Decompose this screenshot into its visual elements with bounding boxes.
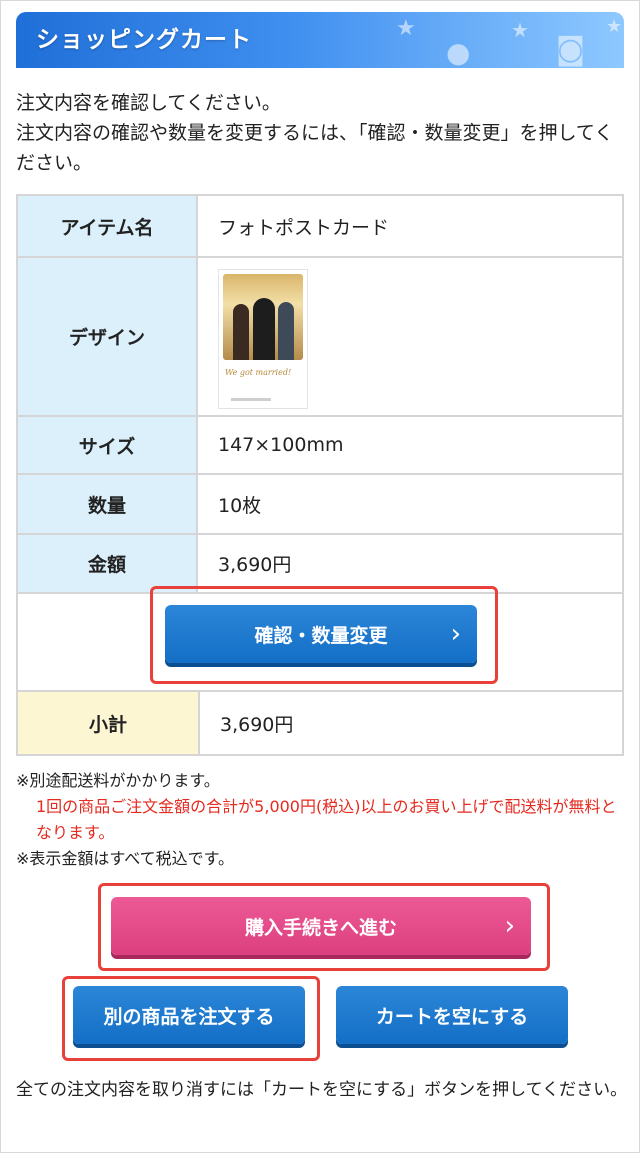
intro-text: 注文内容を確認してください。 注文内容の確認や数量を変更するには、「確認・数量変… <box>16 88 628 178</box>
intro-line-2: 注文内容の確認や数量を変更するには、「確認・数量変更」を押してください。 <box>16 122 614 174</box>
free-shipping-note: 1回の商品ご注文金額の合計が5,000円(税込)以上のお買い上げで配送料が無料と… <box>36 797 617 842</box>
table-row: サイズ 147×100mm <box>16 415 624 475</box>
design-logo-mark <box>231 397 271 401</box>
intro-line-1: 注文内容を確認してください。 <box>16 92 281 114</box>
price-value: 3,690円 <box>196 533 624 594</box>
star-icon: ★ <box>511 18 529 42</box>
order-other-item-label: 別の商品を注文する <box>103 1005 275 1028</box>
quantity-value: 10枚 <box>196 473 624 535</box>
design-photo <box>223 273 303 360</box>
subtotal-value: 3,690円 <box>198 690 624 756</box>
quantity-label: 数量 <box>16 473 198 535</box>
chevron-right-icon: › <box>450 619 461 649</box>
size-value: 147×100mm <box>196 415 624 475</box>
tax-note: ※表示金額はすべて税込です。 <box>16 849 235 868</box>
empty-cart-button[interactable]: カートを空にする <box>336 986 568 1044</box>
chevron-right-icon: › <box>504 911 515 941</box>
checkout-label: 購入手続きへ進む <box>244 916 397 939</box>
footer-note: 全ての注文内容を取り消すには「カートを空にする」ボタンを押してください。 <box>16 1080 628 1100</box>
table-row: デザイン We got married! <box>16 256 624 417</box>
shipping-note: ※別途配送料がかかります。 <box>16 771 220 790</box>
confirm-quantity-change-label: 確認・数量変更 <box>254 624 388 647</box>
confirm-quantity-change-button[interactable]: 確認・数量変更 › <box>165 605 477 663</box>
order-other-item-button[interactable]: 別の商品を注文する <box>73 986 305 1044</box>
table-row: アイテム名 フォトポストカード <box>16 194 624 258</box>
cart-header: ★ ● ★ ◙ ★ ショッピングカート <box>16 12 624 68</box>
empty-cart-label: カートを空にする <box>375 1005 529 1028</box>
page-title: ショッピングカート <box>36 27 252 53</box>
subtotal-table: 小計 3,690円 <box>16 690 624 756</box>
design-caption: We got married! <box>225 367 292 377</box>
table-row: 金額 3,690円 <box>16 533 624 594</box>
checkout-button[interactable]: 購入手続きへ進む › <box>111 897 531 955</box>
item-name-label: アイテム名 <box>16 194 198 258</box>
price-label: 金額 <box>16 533 198 594</box>
table-row: 小計 3,690円 <box>16 690 624 756</box>
item-name-value: フォトポストカード <box>196 194 624 258</box>
star-icon: ★ <box>606 16 623 37</box>
design-thumbnail[interactable]: We got married! <box>218 268 308 409</box>
camera-icon: ◙ <box>556 32 586 67</box>
mickey-icon: ● <box>446 36 471 68</box>
table-row: 数量 10枚 <box>16 473 624 535</box>
subtotal-label: 小計 <box>16 690 200 756</box>
design-label: デザイン <box>16 256 198 417</box>
star-icon: ★ <box>396 16 416 41</box>
size-label: サイズ <box>16 415 198 475</box>
notes: ※別途配送料がかかります。 1回の商品ご注文金額の合計が5,000円(税込)以上… <box>16 768 628 872</box>
